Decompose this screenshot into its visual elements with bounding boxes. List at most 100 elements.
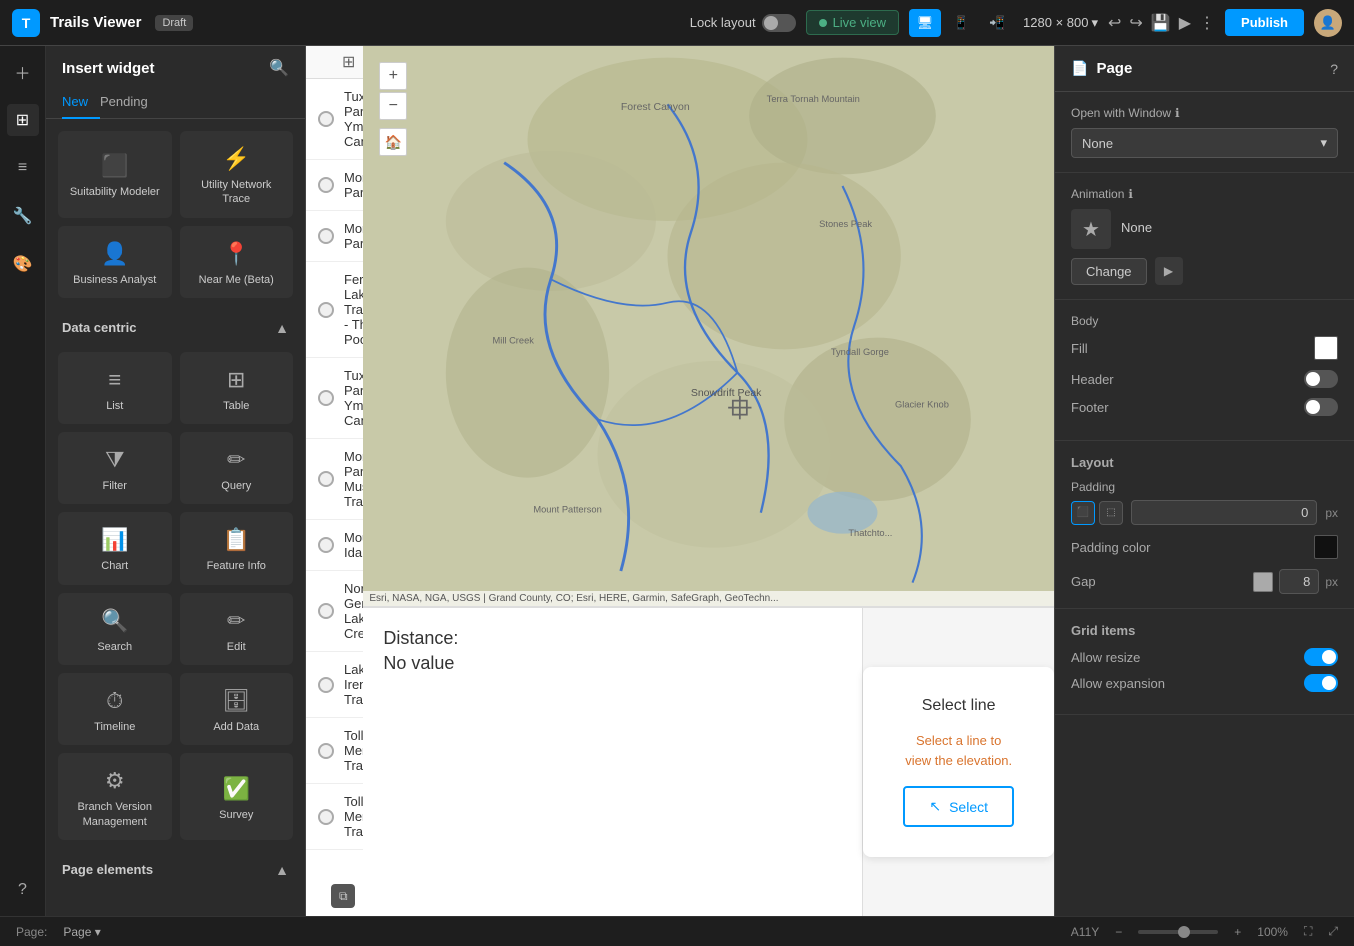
tablet-view-button[interactable]: 📱 xyxy=(945,9,977,37)
svg-text:Mill Creek: Mill Creek xyxy=(493,336,535,346)
more-icon[interactable]: ⋮ xyxy=(1199,13,1215,33)
copy-icon[interactable]: ⧉ xyxy=(331,884,355,908)
undo-icon[interactable]: ↩ xyxy=(1108,13,1121,33)
widget-suitability-modeler[interactable]: ⬛ Suitability Modeler xyxy=(58,131,172,218)
zoom-minus-icon[interactable]: − xyxy=(1115,925,1122,939)
page-elements-collapse[interactable]: ▲ xyxy=(275,862,289,878)
animation-play-button[interactable]: ▶ xyxy=(1155,257,1183,285)
mobile-view-button[interactable]: 📲 xyxy=(981,9,1013,37)
full-screen-icon[interactable]: ⤢ xyxy=(1328,924,1338,939)
trail-list-item[interactable]: Fern Lake Trailhead - The Pool xyxy=(306,262,363,358)
play-icon[interactable]: ▶ xyxy=(1179,13,1191,33)
lock-layout[interactable]: Lock layout xyxy=(690,14,796,32)
icon-bar-add[interactable]: ＋ xyxy=(7,56,39,88)
trail-list-item[interactable]: Tuxedo Park - Ymca Camp xyxy=(306,79,363,160)
allow-resize-toggle[interactable] xyxy=(1304,648,1338,666)
padding-color-swatch[interactable] xyxy=(1314,535,1338,559)
trail-list-item[interactable]: Lake Irene Trail xyxy=(306,652,363,718)
gap-color-swatch[interactable] xyxy=(1253,572,1273,592)
svg-text:Snowdrift Peak: Snowdrift Peak xyxy=(691,387,762,399)
open-with-window-select[interactable]: None ▾ xyxy=(1071,128,1338,158)
widget-business-analyst[interactable]: 👤 Business Analyst xyxy=(58,226,172,298)
icon-bar-widgets[interactable]: ⊞ xyxy=(7,104,39,136)
publish-button[interactable]: Publish xyxy=(1225,9,1304,36)
trail-list-item[interactable]: Moraine Park Museum Trails xyxy=(306,439,363,520)
trail-dot xyxy=(318,677,334,693)
trail-dot xyxy=(318,302,334,318)
header-toggle[interactable] xyxy=(1304,370,1338,388)
data-centric-section-header: Data centric ▲ xyxy=(46,310,305,340)
trail-list-item[interactable]: Moraine Park xyxy=(306,211,363,262)
help-icon[interactable]: ? xyxy=(1330,61,1338,77)
svg-text:Mount Patterson: Mount Patterson xyxy=(534,505,602,515)
tab-pending[interactable]: Pending xyxy=(100,86,160,119)
map-zoom-controls[interactable]: + − 🏠 xyxy=(379,62,407,156)
widget-query[interactable]: ✏ Query xyxy=(180,432,294,504)
animation-info-icon[interactable]: ℹ xyxy=(1128,187,1133,201)
trail-list-item[interactable]: Moraine Park xyxy=(306,160,363,211)
gap-value-input[interactable] xyxy=(1279,569,1319,594)
widget-timeline[interactable]: ⏱ Timeline xyxy=(58,673,172,745)
widget-filter[interactable]: ⧩ Filter xyxy=(58,432,172,504)
widget-edit[interactable]: ✏ Edit xyxy=(180,593,294,665)
zoom-plus-icon[interactable]: + xyxy=(1234,925,1241,939)
user-avatar[interactable]: 👤 xyxy=(1314,9,1342,37)
fill-color-swatch[interactable] xyxy=(1314,336,1338,360)
animation-label: Animation xyxy=(1071,187,1124,201)
widget-panel-title: Insert widget xyxy=(62,60,155,77)
gap-label: Gap xyxy=(1071,574,1096,589)
widget-near-me[interactable]: 📍 Near Me (Beta) xyxy=(180,226,294,298)
page-name-value[interactable]: Page ▾ xyxy=(63,925,100,939)
trail-list-item[interactable]: North Gem Lake/Cow Creek xyxy=(306,571,363,652)
home-button[interactable]: 🏠 xyxy=(379,128,407,156)
animation-name: None xyxy=(1121,220,1338,235)
icon-bar-help[interactable]: ? xyxy=(7,874,39,906)
trail-list-item[interactable]: Mount Ida xyxy=(306,520,363,571)
widget-add-data[interactable]: 🗄 Add Data xyxy=(180,673,294,745)
widget-chart[interactable]: 📊 Chart xyxy=(58,512,172,584)
footer-toggle[interactable] xyxy=(1304,398,1338,416)
redo-icon[interactable]: ↪ xyxy=(1129,13,1142,33)
widget-survey[interactable]: ✅ Survey xyxy=(180,753,294,840)
padding-separate-icon[interactable]: ⬚ xyxy=(1099,501,1123,525)
widget-feature-info[interactable]: 📋 Feature Info xyxy=(180,512,294,584)
zoom-slider[interactable] xyxy=(1138,930,1218,934)
main-area: ＋ ⊞ ≡ 🔧 🎨 ? Insert widget 🔍 New Pending … xyxy=(0,46,1354,916)
tab-new[interactable]: New xyxy=(62,86,100,119)
select-line-button[interactable]: ↖ Select xyxy=(903,786,1014,827)
data-centric-collapse[interactable]: ▲ xyxy=(275,320,289,336)
icon-bar-tools[interactable]: 🔧 xyxy=(7,200,39,232)
resolution-selector[interactable]: 1280 × 800 ▾ xyxy=(1023,15,1098,31)
allow-expansion-toggle[interactable] xyxy=(1304,674,1338,692)
fill-label: Fill xyxy=(1071,341,1088,356)
icon-bar-layers[interactable]: ≡ xyxy=(7,152,39,184)
zoom-in-button[interactable]: + xyxy=(379,62,407,90)
trail-list-item[interactable]: Tuxedo Park - Ymca Camp xyxy=(306,358,363,439)
widget-branch-version[interactable]: ⚙ Branch Version Management xyxy=(58,753,172,840)
save-icon[interactable]: 💾 xyxy=(1151,13,1171,33)
padding-all-icon[interactable]: ⬛ xyxy=(1071,501,1095,525)
widget-list[interactable]: ≡ List xyxy=(58,352,172,424)
business-analyst-icon: 👤 xyxy=(101,241,128,267)
map-area[interactable]: Forest Canyon Terra Tornah Mountain Ston… xyxy=(363,46,1054,606)
animation-change-button[interactable]: Change xyxy=(1071,258,1147,285)
padding-value-input[interactable] xyxy=(1131,500,1317,525)
icon-bar-style[interactable]: 🎨 xyxy=(7,248,39,280)
list-label: List xyxy=(106,399,123,413)
widget-utility-network-trace[interactable]: ⚡ Utility Network Trace xyxy=(180,131,294,218)
search-icon[interactable]: 🔍 xyxy=(269,58,289,78)
open-with-window-info-icon[interactable]: ℹ xyxy=(1175,106,1180,120)
body-label: Body xyxy=(1071,314,1098,328)
widget-search[interactable]: 🔍 Search xyxy=(58,593,172,665)
trail-list-item[interactable]: Toll Memorial Trail xyxy=(306,718,363,784)
padding-unit: px xyxy=(1325,506,1338,520)
grid-view-icon[interactable]: ⊞ xyxy=(342,52,355,72)
fit-screen-icon[interactable]: ⛶ xyxy=(1304,924,1312,939)
query-label: Query xyxy=(221,479,251,493)
widget-table[interactable]: ⊞ Table xyxy=(180,352,294,424)
zoom-out-button[interactable]: − xyxy=(379,92,407,120)
desktop-view-button[interactable]: 🖥 xyxy=(909,9,941,37)
trail-list-item[interactable]: Toll Memorial Trail xyxy=(306,784,363,850)
lock-toggle[interactable] xyxy=(762,14,796,32)
live-view-button[interactable]: Live view xyxy=(806,10,899,35)
